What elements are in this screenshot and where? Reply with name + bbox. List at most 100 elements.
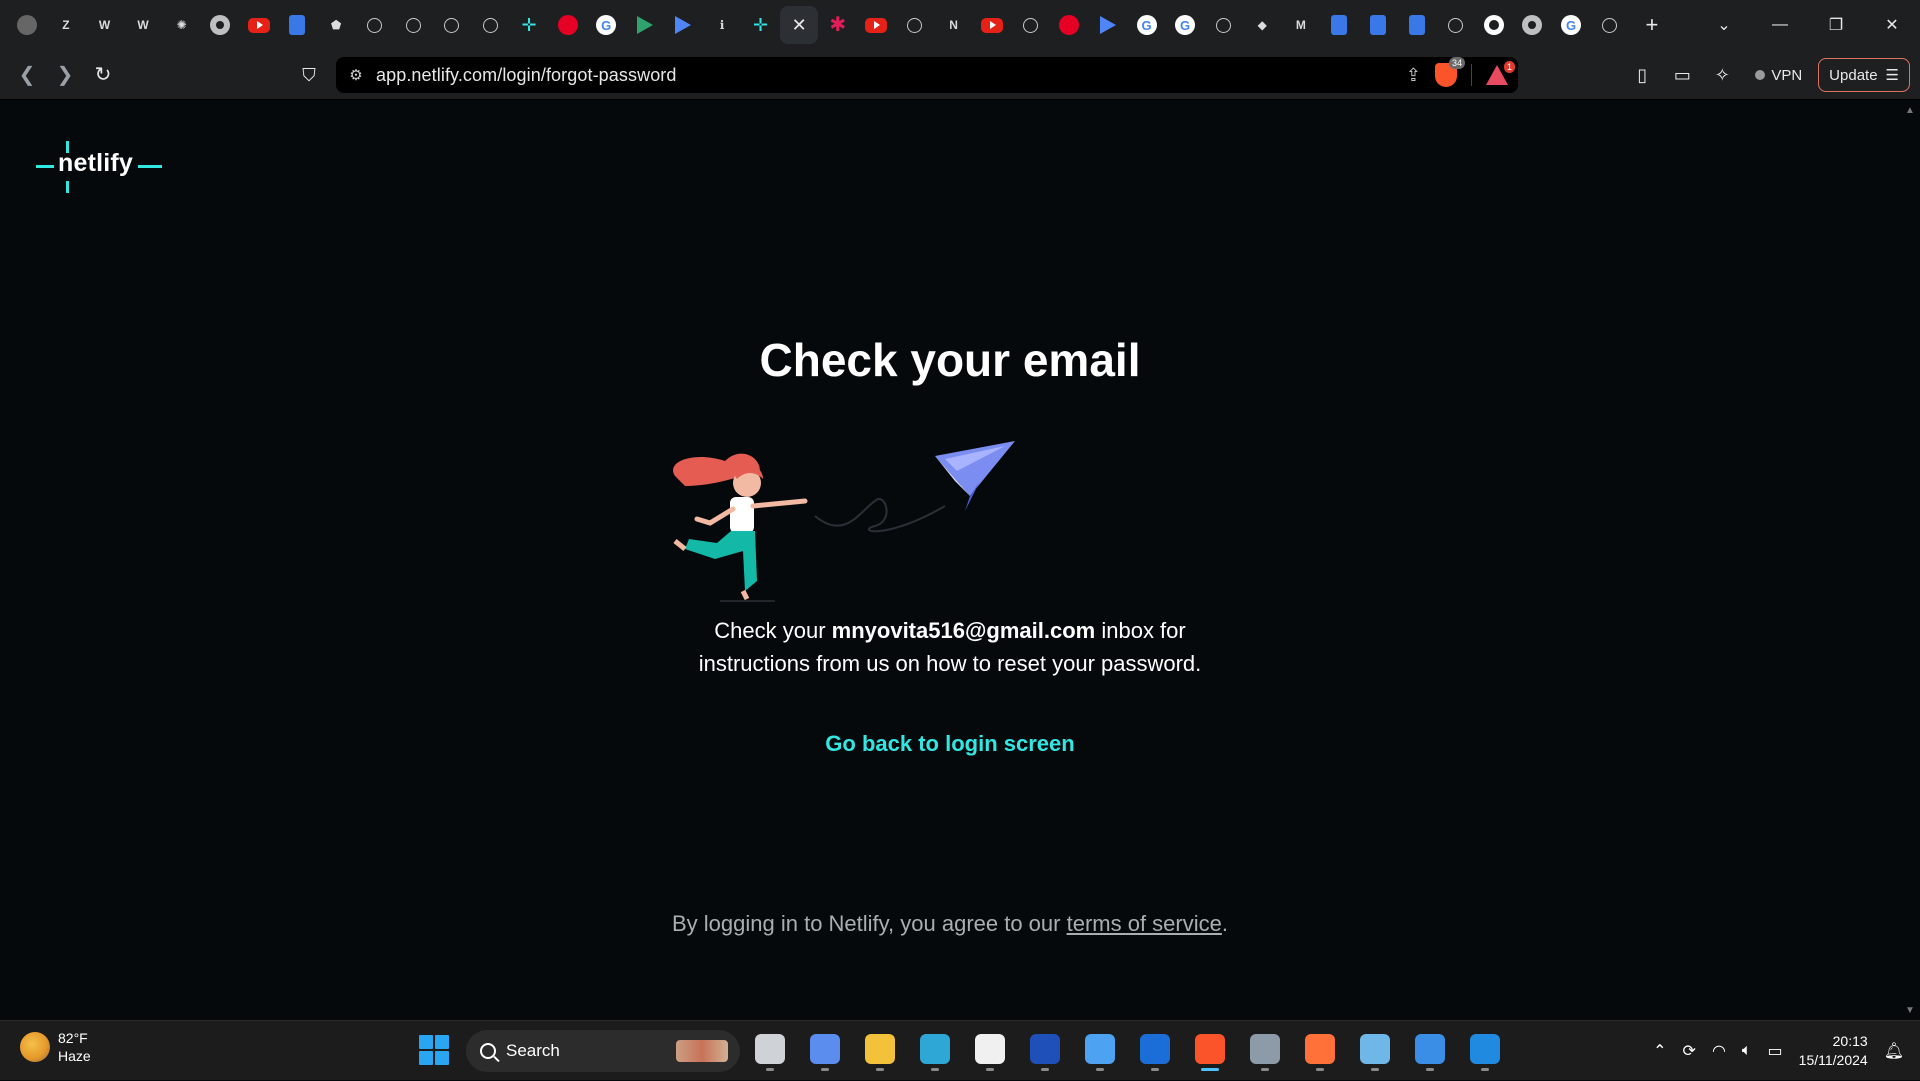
- vpn-button[interactable]: VPN: [1745, 60, 1812, 90]
- browser-tab[interactable]: [1590, 6, 1629, 44]
- browser-tab[interactable]: G: [1552, 6, 1591, 44]
- browser-tab[interactable]: ℹ: [703, 6, 742, 44]
- tab-search-icon[interactable]: ⌄: [1696, 15, 1752, 35]
- browser-tab[interactable]: G: [1166, 6, 1205, 44]
- browser-tab[interactable]: [973, 6, 1012, 44]
- brave-app[interactable]: [1192, 1027, 1228, 1071]
- browser-tab[interactable]: ✛: [741, 6, 780, 44]
- browser-tab[interactable]: [1475, 6, 1514, 44]
- globe-icon: [210, 15, 231, 35]
- wallet-icon[interactable]: ▭: [1665, 58, 1699, 92]
- leo-ai-icon[interactable]: ✧: [1705, 58, 1739, 92]
- play-icon: [1099, 16, 1116, 34]
- girl-figure-icon: [673, 453, 808, 602]
- paint-app[interactable]: [1412, 1027, 1448, 1071]
- tab-strip: Z W W ✺ ⬟ ✛ Gℹ ✛ ✕ ✱ N G G ◆ M G + ⌄ — ❐ ✕: [0, 0, 1920, 50]
- start-button[interactable]: [419, 1035, 449, 1065]
- browser-tab[interactable]: [1513, 6, 1552, 44]
- address-bar[interactable]: ⚙ app.netlify.com/login/forgot-password …: [336, 57, 1518, 93]
- scroll-up-icon[interactable]: ▲: [1905, 105, 1915, 116]
- settings-app[interactable]: [1247, 1027, 1283, 1071]
- wifi-icon[interactable]: ◠: [1712, 1041, 1726, 1061]
- browser-tab[interactable]: ✺: [162, 6, 201, 44]
- browser-tab[interactable]: G: [1127, 6, 1166, 44]
- browser-tab[interactable]: [1204, 6, 1243, 44]
- l-app-app[interactable]: [1027, 1027, 1063, 1071]
- back-button[interactable]: ❮: [8, 56, 46, 94]
- browser-tab[interactable]: ✕: [779, 6, 819, 44]
- browser-tab[interactable]: [1050, 6, 1089, 44]
- weather-widget[interactable]: 82°F Haze: [20, 1029, 91, 1065]
- browser-tab[interactable]: ✛: [510, 6, 549, 44]
- update-button[interactable]: Update ☰: [1818, 58, 1910, 92]
- vpn-status-icon: [1755, 70, 1766, 80]
- browser-tab[interactable]: W: [124, 6, 163, 44]
- browser-tab[interactable]: [433, 6, 472, 44]
- browser-tab[interactable]: [201, 6, 240, 44]
- url-text[interactable]: app.netlify.com/login/forgot-password: [376, 65, 677, 86]
- volume-icon[interactable]: 🔈︎: [1742, 1042, 1752, 1060]
- sync-icon[interactable]: ⟳: [1683, 1041, 1696, 1061]
- outlook-app[interactable]: [1137, 1027, 1173, 1071]
- browser-tab[interactable]: N: [934, 6, 973, 44]
- app-app[interactable]: [1082, 1027, 1118, 1071]
- youtube-icon: [981, 17, 1004, 33]
- notifications-icon[interactable]: 🔔︎: [1884, 1041, 1904, 1061]
- browser-tab[interactable]: [1089, 6, 1128, 44]
- firefox-app[interactable]: [1302, 1027, 1338, 1071]
- edge-app[interactable]: [917, 1027, 953, 1071]
- notepad-app[interactable]: [1357, 1027, 1393, 1071]
- task-view-app[interactable]: [752, 1027, 788, 1071]
- browser-tab[interactable]: [394, 6, 433, 44]
- browser-tab[interactable]: ⬟: [317, 6, 356, 44]
- browser-tab[interactable]: [278, 6, 317, 44]
- scroll-down-icon[interactable]: ▼: [1905, 1005, 1915, 1016]
- browser-tab[interactable]: [8, 6, 47, 44]
- browser-tab[interactable]: [548, 6, 587, 44]
- browser-tab[interactable]: [857, 6, 896, 44]
- brave-shields-icon[interactable]: 34: [1435, 57, 1465, 87]
- taskbar-search[interactable]: Search: [466, 1030, 740, 1072]
- browser-tab[interactable]: [1359, 6, 1398, 44]
- store-app[interactable]: [972, 1027, 1008, 1071]
- browser-tab[interactable]: Z: [47, 6, 86, 44]
- brave-rewards-icon[interactable]: 1: [1486, 61, 1515, 85]
- chevron-up-icon[interactable]: ⌃: [1653, 1041, 1666, 1061]
- browser-tab[interactable]: [1436, 6, 1475, 44]
- site-settings-icon[interactable]: ⚙: [336, 66, 376, 84]
- reload-button[interactable]: ↻: [84, 56, 122, 94]
- clock[interactable]: 20:13 15/11/2024: [1799, 1032, 1868, 1070]
- back-to-login-link[interactable]: Go back to login screen: [0, 731, 1900, 757]
- browser-tab[interactable]: [355, 6, 394, 44]
- browser-tab[interactable]: [471, 6, 510, 44]
- browser-tab[interactable]: M: [1282, 6, 1321, 44]
- browser-tab[interactable]: [240, 6, 279, 44]
- file-explorer-app[interactable]: [862, 1027, 898, 1071]
- sidebar-icon[interactable]: ▯: [1625, 58, 1659, 92]
- terms-of-service-link[interactable]: terms of service: [1067, 911, 1222, 936]
- new-tab-button[interactable]: +: [1633, 6, 1671, 44]
- browser-tab[interactable]: [626, 6, 665, 44]
- browser-tab[interactable]: ◆: [1243, 6, 1282, 44]
- browser-tab[interactable]: ✱: [818, 6, 857, 44]
- browser-tab[interactable]: [1320, 6, 1359, 44]
- restore-button[interactable]: ❐: [1808, 15, 1864, 35]
- browser-tab[interactable]: [896, 6, 935, 44]
- bookmark-icon[interactable]: ⛉: [290, 56, 328, 94]
- minimize-button[interactable]: —: [1752, 16, 1808, 34]
- browser-tab[interactable]: [1011, 6, 1050, 44]
- browser-tab[interactable]: [664, 6, 703, 44]
- share-icon[interactable]: ⇪: [1406, 65, 1421, 86]
- browser-tab[interactable]: G: [587, 6, 626, 44]
- browser-tab[interactable]: W: [85, 6, 124, 44]
- netlify-logo[interactable]: netlify: [36, 141, 164, 193]
- copilot-app[interactable]: [807, 1027, 843, 1071]
- vscode-app[interactable]: [1467, 1027, 1503, 1071]
- close-window-button[interactable]: ✕: [1864, 15, 1920, 35]
- forward-button[interactable]: ❯: [46, 56, 84, 94]
- battery-icon[interactable]: ▭: [1768, 1041, 1783, 1061]
- browser-tab[interactable]: [1397, 6, 1436, 44]
- openai-icon: [1602, 17, 1618, 33]
- page-scrollbar[interactable]: ▲ ▼: [1900, 101, 1920, 1020]
- update-label: Update: [1829, 66, 1878, 84]
